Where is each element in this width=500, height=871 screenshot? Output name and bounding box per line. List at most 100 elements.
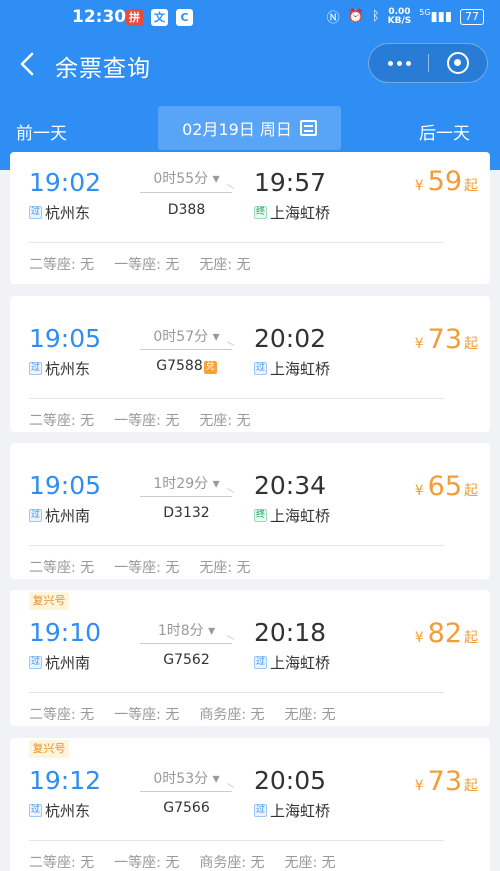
- price-suffix: 起: [464, 483, 478, 499]
- terminal-tag: 终: [254, 509, 267, 522]
- mini-program-capsule: [368, 43, 488, 83]
- fuxing-badge: 复兴号: [29, 592, 69, 610]
- exchange-badge: 兑: [203, 361, 217, 374]
- departure-station: 过杭州南: [29, 507, 91, 525]
- arrival-station: 终上海虹桥: [254, 204, 331, 222]
- train-card[interactable]: 19:05 1时29分 ▾ 20:34 ¥65 起 过杭州南 D3132 终上海虹…: [10, 443, 490, 579]
- arrival-station: 终上海虹桥: [254, 507, 331, 525]
- price-suffix: 起: [464, 778, 478, 794]
- next-day-button[interactable]: 后一天: [419, 119, 470, 144]
- bluetooth-icon: ᛒ: [371, 9, 380, 24]
- price-suffix: 起: [464, 336, 478, 352]
- seat-second-class: 二等座: 无: [29, 257, 95, 273]
- price: ¥73 起: [415, 324, 478, 355]
- route-arrow: [140, 192, 232, 193]
- date-picker-button[interactable]: 02月19日 周日: [158, 106, 341, 150]
- departure-station: 过杭州南: [29, 654, 91, 672]
- seat-business-class: 商务座: 无: [199, 855, 265, 871]
- capsule-divider: [428, 54, 429, 72]
- seat-first-class: 一等座: 无: [114, 707, 180, 723]
- price: ¥73 起: [415, 766, 478, 797]
- duration: 0时53分 ▾: [153, 771, 220, 787]
- seat-business-class: 商务座: 无: [199, 707, 265, 723]
- divider: [29, 840, 444, 841]
- arrival-time: 20:18: [254, 618, 327, 647]
- more-menu-button[interactable]: [369, 44, 429, 82]
- price-symbol: ¥: [414, 630, 424, 646]
- price-value: 82: [427, 618, 462, 649]
- seat-first-class: 一等座: 无: [114, 560, 180, 576]
- arrival-station: 过上海虹桥: [254, 360, 331, 378]
- pass-tag: 过: [254, 804, 267, 817]
- net-speed: 0.00 KB/S: [387, 7, 412, 26]
- train-card[interactable]: 19:05 0时57分 ▾ 20:02 ¥73 起 过杭州东 G7588 兑 过上海…: [10, 296, 490, 432]
- arrival-station: 过上海虹桥: [254, 802, 331, 820]
- train-number: D388: [167, 202, 206, 218]
- current-date: 02月19日 周日: [182, 120, 292, 139]
- prev-day-button[interactable]: 前一天: [16, 119, 67, 144]
- translate-app-icon: 文: [151, 9, 168, 26]
- pass-tag: 过: [29, 656, 42, 669]
- signal-label: 5G: [419, 8, 431, 18]
- status-bar: 12:30 拼 文 C Ⓝ ⏰ ᛒ 0.00 KB/S 5G▮▮▮ 77: [0, 0, 500, 36]
- battery-icon: 77: [460, 8, 484, 25]
- net-speed-unit: KB/S: [387, 15, 412, 26]
- seat-availability: 二等座: 无 一等座: 无 商务座: 无 无座: 无: [29, 704, 356, 724]
- seat-standing: 无座: 无: [284, 707, 336, 723]
- departure-time: 19:05: [29, 324, 102, 353]
- train-number: D3132: [163, 505, 210, 521]
- departure-time: 19:12: [29, 766, 102, 795]
- close-target-button[interactable]: [447, 52, 469, 74]
- duration: 1时8分 ▾: [157, 623, 216, 639]
- divider: [29, 242, 444, 243]
- nav-bar: 余票查询: [0, 40, 500, 90]
- price-suffix: 起: [464, 630, 478, 646]
- departure-station: 过杭州东: [29, 204, 91, 222]
- departure-time: 19:05: [29, 471, 102, 500]
- seat-availability: 二等座: 无 一等座: 无 无座: 无: [29, 410, 271, 430]
- calendar-icon: [299, 120, 317, 136]
- train-number: G7562: [163, 652, 210, 668]
- pass-tag: 过: [29, 362, 42, 375]
- seat-first-class: 一等座: 无: [114, 855, 180, 871]
- header: 12:30 拼 文 C Ⓝ ⏰ ᛒ 0.00 KB/S 5G▮▮▮ 77 余票查询…: [0, 0, 500, 170]
- route-arrow: [140, 496, 232, 497]
- train-card[interactable]: 19:02 0时55分 ▾ 19:57 ¥59 起 过杭州东 D388 终上海虹桥…: [10, 152, 490, 284]
- arrival-time: 19:57: [254, 168, 327, 197]
- seat-availability: 二等座: 无 一等座: 无 无座: 无: [29, 557, 271, 577]
- price: ¥59 起: [415, 166, 478, 197]
- seat-second-class: 二等座: 无: [29, 855, 95, 871]
- departure-time: 19:10: [29, 618, 102, 647]
- departure-time: 19:02: [29, 168, 102, 197]
- seat-standing: 无座: 无: [199, 257, 251, 273]
- departure-station: 过杭州东: [29, 802, 91, 820]
- train-card[interactable]: 复兴号 19:10 1时8分 ▾ 20:18 ¥82 起 过杭州南 G7562 过…: [10, 590, 490, 726]
- seat-second-class: 二等座: 无: [29, 413, 95, 429]
- train-card[interactable]: 复兴号 19:12 0时53分 ▾ 20:05 ¥73 起 过杭州东 G7566 …: [10, 738, 490, 871]
- pinduoduo-app-icon: 拼: [126, 9, 143, 26]
- train-number: G7588 兑: [156, 358, 217, 374]
- price: ¥82 起: [415, 618, 478, 649]
- price-value: 73: [427, 324, 462, 355]
- status-time: 12:30: [72, 7, 127, 27]
- divider: [29, 398, 444, 399]
- back-arrow-icon[interactable]: [16, 50, 40, 78]
- pass-tag: 过: [29, 509, 42, 522]
- seat-first-class: 一等座: 无: [114, 257, 180, 273]
- arrival-station: 过上海虹桥: [254, 654, 331, 672]
- nfc-icon: Ⓝ: [326, 11, 340, 26]
- terminal-tag: 终: [254, 206, 267, 219]
- page-title: 余票查询: [55, 56, 151, 82]
- signal-icon: 5G▮▮▮: [419, 8, 452, 25]
- divider: [29, 692, 444, 693]
- seat-availability: 二等座: 无 一等座: 无 无座: 无: [29, 254, 271, 274]
- seat-standing: 无座: 无: [284, 855, 336, 871]
- seat-standing: 无座: 无: [199, 413, 251, 429]
- seat-availability: 二等座: 无 一等座: 无 商务座: 无 无座: 无: [29, 852, 356, 871]
- pass-tag: 过: [254, 656, 267, 669]
- duration: 0时55分 ▾: [153, 171, 220, 187]
- train-number: G7566: [163, 800, 210, 816]
- pass-tag: 过: [29, 206, 42, 219]
- route-arrow: [140, 791, 232, 792]
- price-value: 73: [427, 766, 462, 797]
